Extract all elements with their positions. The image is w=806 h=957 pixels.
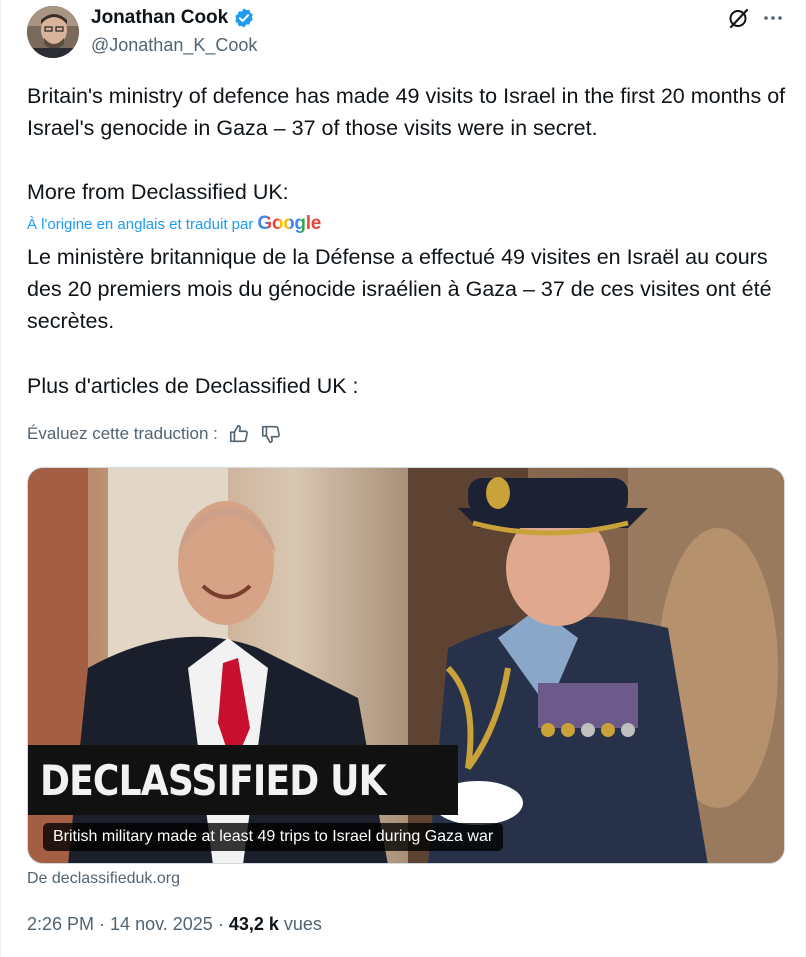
thumbs-up-icon[interactable] <box>228 423 250 445</box>
post-original-text: Britain's ministry of defence has made 4… <box>27 84 786 140</box>
author-name[interactable]: Jonathan Cook <box>91 7 228 29</box>
card-caption[interactable]: British military made at least 49 trips … <box>43 823 504 851</box>
card-brand-text: DECLASSIFIED UK <box>40 755 387 805</box>
rate-translation-label: Évaluez cette traduction : <box>27 424 218 443</box>
author-name-row[interactable]: Jonathan Cook <box>91 7 255 29</box>
avatar[interactable] <box>27 6 79 58</box>
tweet-container: Jonathan Cook @Jonathan_K_Cook Britain's… <box>0 0 806 957</box>
post-time[interactable]: 2:26 PM <box>27 914 94 935</box>
translation-attribution[interactable]: À l'origine en anglais et traduit par Go… <box>27 213 321 235</box>
meta-separator: · <box>217 914 224 934</box>
post-original-more: More from Declassified UK: <box>27 180 289 204</box>
thumbs-down-icon[interactable] <box>260 423 282 445</box>
verified-badge-icon[interactable] <box>233 7 255 29</box>
post-meta: 2:26 PM · 14 nov. 2025 · 43,2 k vues <box>27 914 322 935</box>
views-count: 43,2 k <box>228 914 279 934</box>
google-logo-text: Google <box>257 213 321 234</box>
more-icon[interactable] <box>761 6 785 30</box>
author-handle[interactable]: @Jonathan_K_Cook <box>91 35 257 56</box>
google-logo: Google <box>257 213 321 235</box>
views-label: vues <box>283 914 322 934</box>
translation-attribution-label: À l'origine en anglais et traduit par <box>27 215 254 233</box>
meta-separator: · <box>99 914 106 934</box>
rate-translation-row: Évaluez cette traduction : <box>27 423 282 445</box>
link-card[interactable]: DECLASSIFIED UK British military made at… <box>27 467 785 864</box>
post-date[interactable]: 14 nov. 2025 <box>110 914 213 935</box>
grok-icon[interactable] <box>727 6 751 30</box>
post-translated-more: Plus d'articles de Declassified UK : <box>27 374 359 398</box>
post-translated-text: Le ministère britannique de la Défense a… <box>27 245 772 333</box>
card-source[interactable]: De declassifieduk.org <box>27 870 180 888</box>
card-brand-banner: DECLASSIFIED UK <box>28 745 459 815</box>
